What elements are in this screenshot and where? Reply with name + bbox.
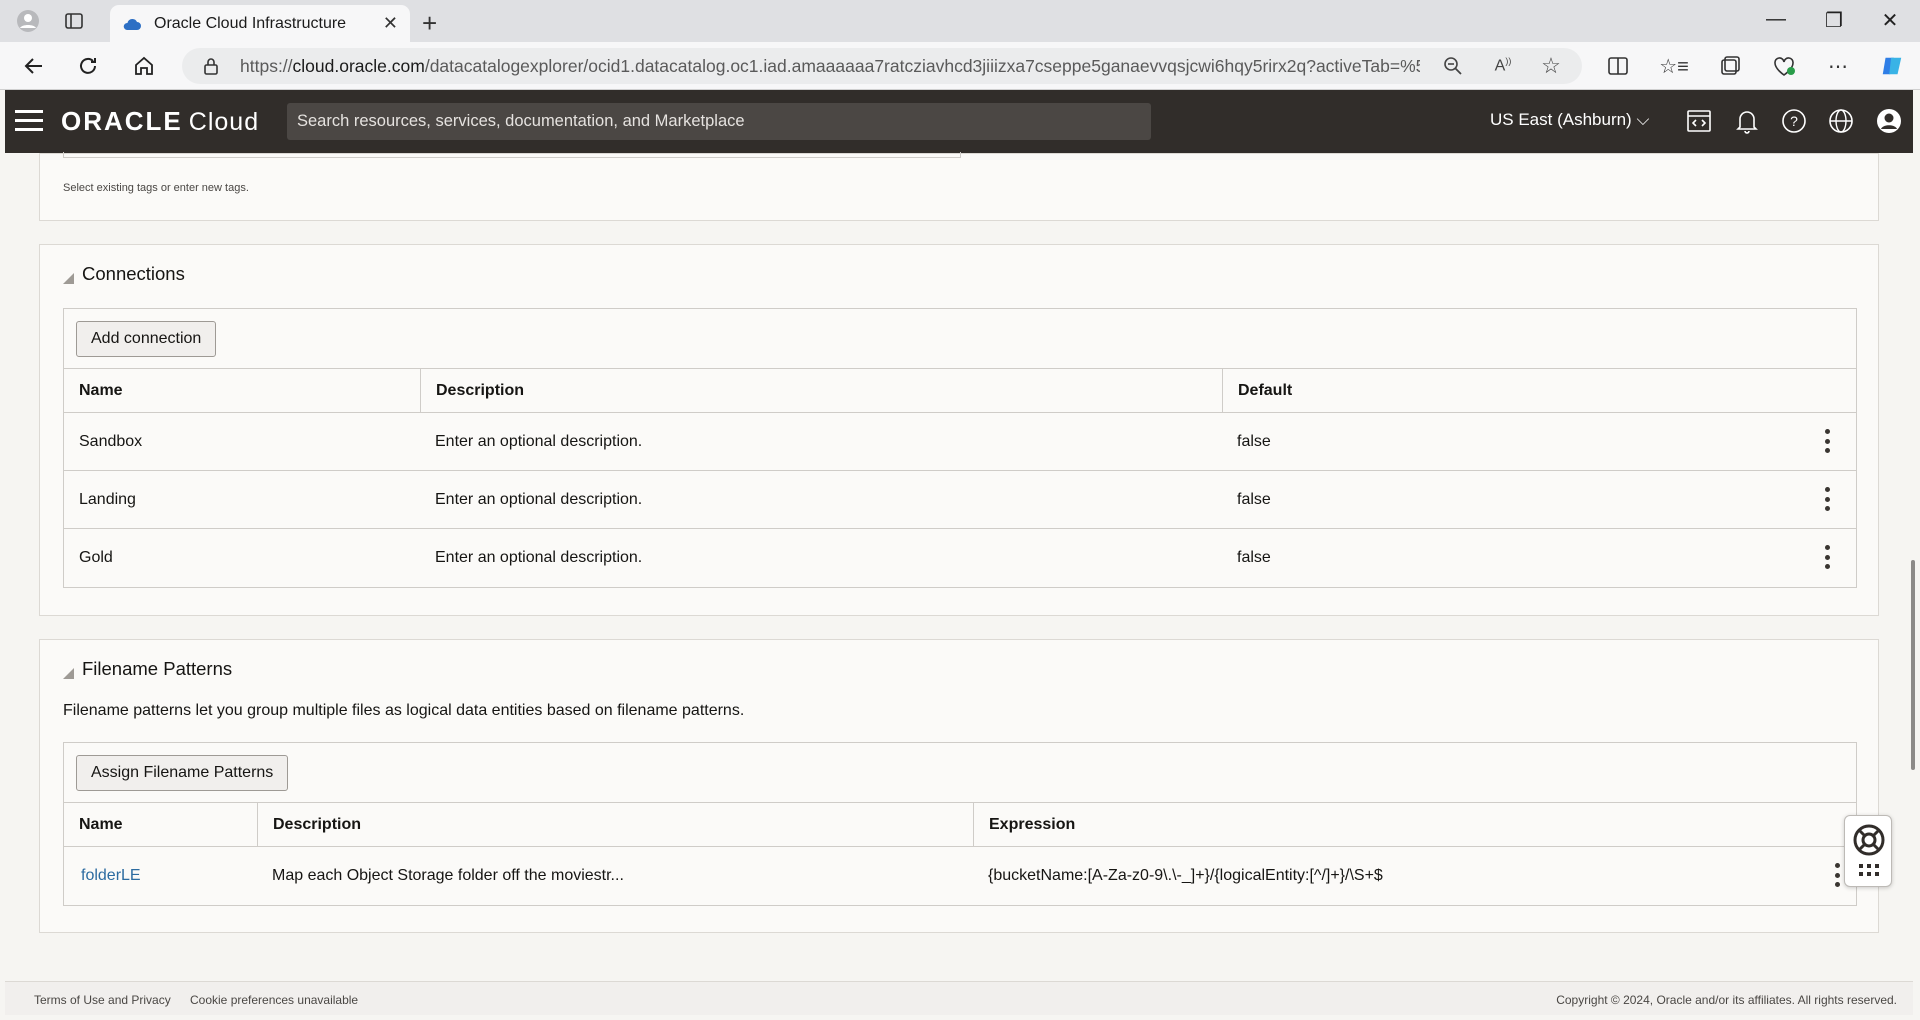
browser-tab[interactable]: Oracle Cloud Infrastructure ✕ xyxy=(110,5,410,42)
tags-input-bottom[interactable] xyxy=(63,152,961,158)
region-selector[interactable]: US East (Ashburn) ⌵ xyxy=(1490,110,1649,130)
scrollbar-thumb[interactable] xyxy=(1911,560,1915,770)
table-row: Sandbox Enter an optional description. f… xyxy=(64,413,1856,471)
column-header-name[interactable]: Name xyxy=(64,369,420,412)
filename-patterns-description: Filename patterns let you group multiple… xyxy=(63,702,745,719)
table-header-row: Name Description Default xyxy=(64,369,1856,413)
connection-description: Enter an optional description. xyxy=(435,490,643,508)
row-actions-icon[interactable] xyxy=(1824,487,1830,511)
close-tab-icon[interactable]: ✕ xyxy=(383,13,398,34)
language-globe-icon[interactable] xyxy=(1827,107,1855,135)
row-actions-icon[interactable] xyxy=(1824,429,1830,453)
connection-name: Gold xyxy=(79,549,113,566)
connection-default: false xyxy=(1237,432,1271,450)
user-profile-icon[interactable] xyxy=(1875,107,1903,135)
more-options-icon[interactable]: ⋯ xyxy=(1826,54,1850,78)
tags-help-text: Select existing tags or enter new tags. xyxy=(63,182,249,194)
row-actions-icon[interactable] xyxy=(1834,863,1840,887)
row-actions-icon[interactable] xyxy=(1824,545,1830,569)
zoom-out-icon[interactable] xyxy=(1442,55,1464,77)
terms-link[interactable]: Terms of Use and Privacy xyxy=(34,993,171,1007)
favorite-star-icon[interactable]: ☆ xyxy=(1540,53,1562,78)
url-field[interactable]: https://cloud.oracle.com/datacatalogexpl… xyxy=(182,48,1582,84)
home-icon[interactable] xyxy=(132,54,156,78)
pattern-expression: {bucketName:[A-Za-z0-9\.\-_]+}/{logicalE… xyxy=(988,867,1383,884)
connections-table: Add connection Name Description Default … xyxy=(63,308,1857,588)
page-footer: Terms of Use and Privacy Cookie preferen… xyxy=(5,981,1913,1015)
column-header-description[interactable]: Description xyxy=(257,803,973,846)
connections-section: Connections Add connection Name Descript… xyxy=(39,244,1879,616)
help-widget[interactable] xyxy=(1844,815,1892,887)
tab-title: Oracle Cloud Infrastructure xyxy=(154,14,347,32)
back-icon[interactable] xyxy=(22,54,46,78)
connections-toolbar: Add connection xyxy=(64,309,1856,369)
column-header-expression[interactable]: Expression xyxy=(973,803,1856,846)
column-header-name[interactable]: Name xyxy=(64,803,257,846)
pattern-description: Map each Object Storage folder off the m… xyxy=(272,867,624,884)
collections-icon[interactable] xyxy=(1718,54,1742,78)
cloud-shell-icon[interactable] xyxy=(1685,107,1713,135)
connection-default: false xyxy=(1237,549,1271,566)
url-text: https://cloud.oracle.com/datacatalogexpl… xyxy=(240,55,1420,76)
oci-search-input[interactable]: Search resources, services, documentatio… xyxy=(287,103,1151,140)
copyright-text: Copyright © 2024, Oracle and/or its affi… xyxy=(1556,993,1897,1007)
browser-address-bar: https://cloud.oracle.com/datacatalogexpl… xyxy=(0,42,1920,90)
connection-description: Enter an optional description. xyxy=(435,432,643,450)
restore-icon[interactable]: ❐ xyxy=(1814,8,1854,33)
read-aloud-icon[interactable]: A)) xyxy=(1492,55,1514,77)
table-row: Gold Enter an optional description. fals… xyxy=(64,529,1856,587)
filename-patterns-toolbar: Assign Filename Patterns xyxy=(64,743,1856,803)
column-header-description[interactable]: Description xyxy=(420,369,1222,412)
tags-section: Select existing tags or enter new tags. xyxy=(39,152,1879,221)
refresh-icon[interactable] xyxy=(76,54,100,78)
assign-filename-patterns-button[interactable]: Assign Filename Patterns xyxy=(76,755,289,791)
lock-icon[interactable] xyxy=(202,57,220,75)
help-icon[interactable]: ? xyxy=(1780,107,1808,135)
apps-grid-icon[interactable] xyxy=(1859,864,1879,876)
connections-title: Connections xyxy=(82,263,185,284)
cloud-icon xyxy=(123,18,141,30)
collapse-connections-icon[interactable] xyxy=(63,273,74,284)
split-screen-icon[interactable] xyxy=(1606,54,1630,78)
profile-icon[interactable] xyxy=(16,9,40,33)
filename-patterns-table: Assign Filename Patterns Name Descriptio… xyxy=(63,742,1857,906)
menu-icon[interactable] xyxy=(15,110,43,132)
oracle-cloud-logo[interactable]: ORACLE Cloud xyxy=(61,106,259,137)
window-close-icon[interactable]: ✕ xyxy=(1870,8,1910,33)
pattern-name-link[interactable]: folderLE xyxy=(66,847,256,905)
notifications-bell-icon[interactable] xyxy=(1733,107,1761,135)
column-header-default[interactable]: Default xyxy=(1222,369,1856,412)
connection-default: false xyxy=(1237,490,1271,508)
browser-tab-bar: Oracle Cloud Infrastructure ✕ + — ❐ ✕ xyxy=(0,0,1920,42)
table-row: Landing Enter an optional description. f… xyxy=(64,471,1856,529)
filename-patterns-title: Filename Patterns xyxy=(82,658,233,679)
connection-description: Enter an optional description. xyxy=(435,549,643,566)
svg-text:?: ? xyxy=(1790,113,1798,129)
chevron-down-icon: ⌵ xyxy=(1636,110,1650,129)
minimize-icon[interactable]: — xyxy=(1756,8,1796,31)
table-row: folderLE Map each Object Storage folder … xyxy=(64,847,1856,905)
copilot-icon[interactable] xyxy=(1880,54,1904,78)
add-connection-button[interactable]: Add connection xyxy=(76,321,217,357)
table-header-row: Name Description Expression xyxy=(64,803,1856,847)
browser-essentials-icon[interactable] xyxy=(1772,54,1796,78)
connection-name: Sandbox xyxy=(79,432,143,450)
connection-name: Landing xyxy=(79,490,136,508)
cookie-preferences-link[interactable]: Cookie preferences unavailable xyxy=(190,993,358,1007)
favorites-icon[interactable]: ☆≡ xyxy=(1659,54,1689,78)
filename-patterns-section: Filename Patterns Filename patterns let … xyxy=(39,639,1879,933)
lifebuoy-icon[interactable] xyxy=(1853,824,1885,856)
oci-header: ORACLE Cloud Search resources, services, … xyxy=(5,90,1913,153)
collapse-filename-patterns-icon[interactable] xyxy=(63,668,74,679)
tab-actions-icon[interactable] xyxy=(62,9,86,33)
new-tab-icon[interactable]: + xyxy=(422,8,437,39)
